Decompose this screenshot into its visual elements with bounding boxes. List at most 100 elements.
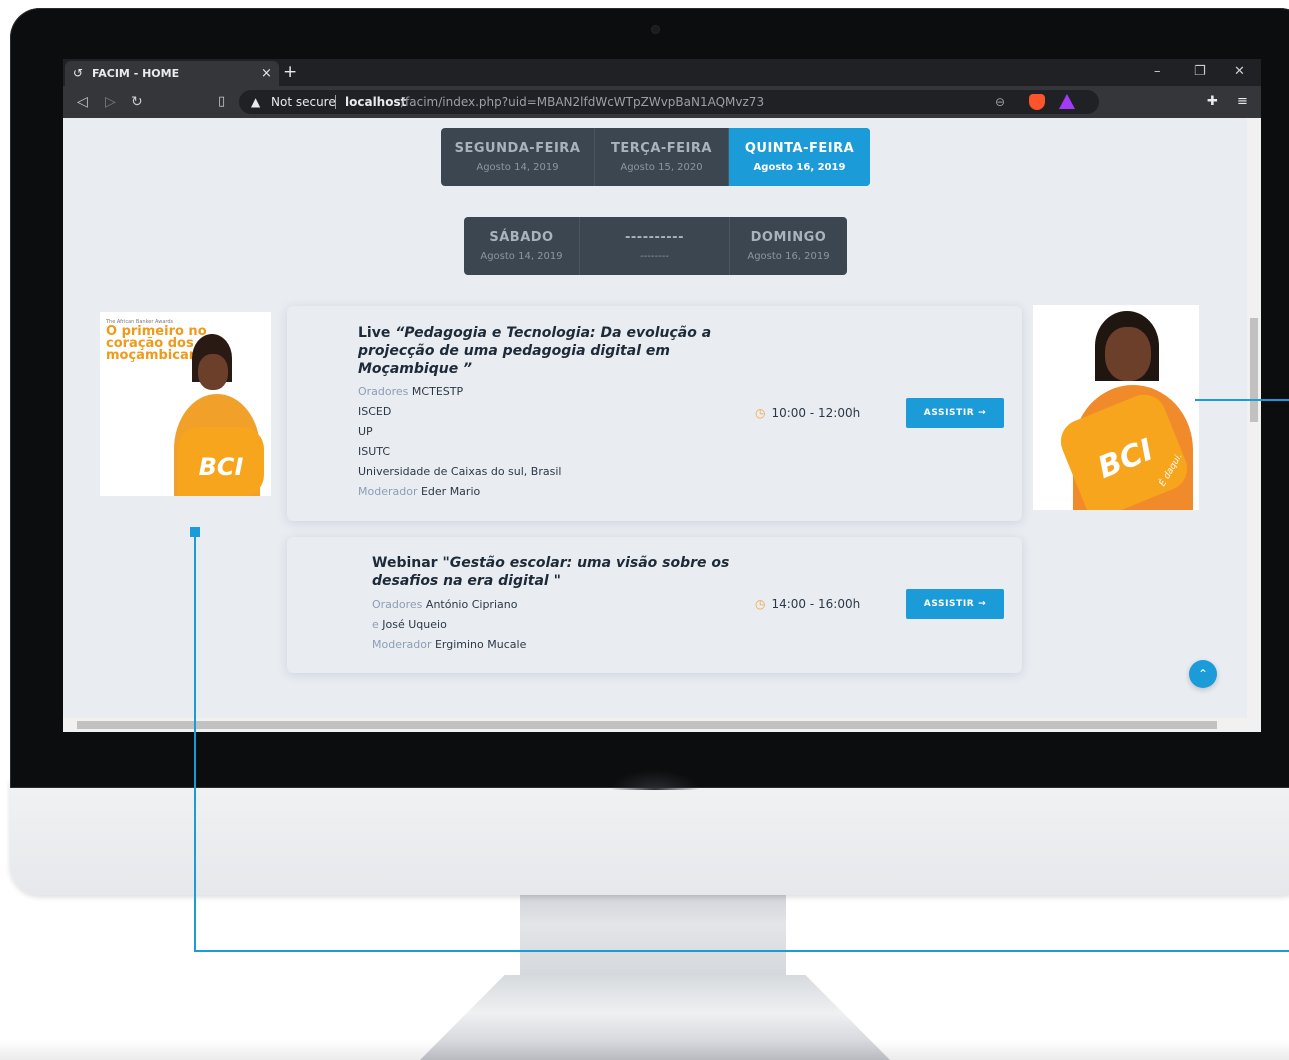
forward-icon[interactable]: ▷ [105, 86, 116, 118]
speaker-line: UP [358, 422, 373, 442]
favicon-icon: ↺ [73, 66, 84, 80]
back-icon[interactable]: ◁ [77, 86, 88, 118]
tab-quinta-feira[interactable]: QUINTA-FEIRA Agosto 16, 2019 [729, 128, 870, 186]
session-type: Webinar [372, 555, 438, 571]
time-value: 10:00 - 12:00h [771, 406, 861, 420]
new-tab-button[interactable]: + [283, 60, 297, 84]
brave-shield-icon[interactable] [1029, 94, 1045, 110]
moderator-line: Moderador Eder Mario [358, 482, 480, 502]
close-window-button[interactable]: ✕ [1234, 59, 1245, 85]
speaker-value: ISCED [358, 405, 392, 418]
bci-brand: BCI [1093, 432, 1159, 486]
browser-window: ↺ FACIM - HOME × + – ❐ ✕ ◁ ▷ ↻ ▯ ▲ Not s… [63, 59, 1261, 732]
session-title: Live “Pedagogia e Tecnologia: Da evoluçã… [358, 324, 711, 378]
callout-marker [190, 527, 200, 537]
tab-title: FACIM - HOME [92, 67, 180, 80]
browser-menu-icon[interactable]: ≡ [1237, 86, 1248, 118]
speaker-value: António Cipriano [425, 598, 518, 611]
session-title-line: “Pedagogia e Tecnologia: Da evolução a [395, 325, 712, 341]
day-name: SEGUNDA-FEIRA [454, 141, 581, 156]
horizontal-scrollbar[interactable] [63, 718, 1261, 732]
tab-sabado[interactable]: SÁBADO Agosto 14, 2019 [464, 217, 580, 275]
moderator-label: Moderador [372, 638, 432, 651]
moderator-value: Ergimino Mucale [434, 638, 527, 651]
day-name: SÁBADO [489, 230, 554, 245]
imac-logo-glow [610, 770, 700, 790]
bci-ad-right[interactable]: BCI É daqui. [1033, 305, 1199, 510]
speaker-line: e José Uqueio [372, 615, 447, 635]
tab-terca-feira[interactable]: TERÇA-FEIRA Agosto 15, 2020 [595, 128, 729, 186]
extensions-icon[interactable]: ✚ [1207, 86, 1218, 118]
clock-icon: ◷ [755, 406, 766, 420]
horizontal-scroll-thumb[interactable] [77, 721, 1217, 729]
session-title: Webinar "Gestão escolar: uma visão sobre… [372, 554, 729, 590]
day-date: -------- [640, 251, 669, 262]
omnibox-separator [335, 95, 336, 109]
url-path: /facim/index.php?uid=MBAN2lfdWcWTpZWvpBa… [401, 95, 765, 109]
watch-button[interactable]: ASSISTIR → [906, 398, 1004, 428]
tab-placeholder[interactable]: ---------- -------- [580, 217, 730, 275]
imac-stand-neck [520, 880, 786, 980]
watch-button[interactable]: ASSISTIR → [906, 589, 1004, 619]
tab-segunda-feira[interactable]: SEGUNDA-FEIRA Agosto 14, 2019 [441, 128, 595, 186]
speaker-line: ISCED [358, 402, 391, 422]
vertical-scrollbar[interactable] [1247, 118, 1261, 718]
time-value: 14:00 - 16:00h [771, 597, 861, 611]
tab-domingo[interactable]: DOMINGO Agosto 16, 2019 [730, 217, 847, 275]
speaker-line: Oradores MCTESTP [358, 382, 463, 402]
day-name: TERÇA-FEIRA [611, 141, 712, 156]
session-card: Webinar "Gestão escolar: uma visão sobre… [287, 537, 1022, 673]
bookmark-icon[interactable]: ▯ [218, 86, 225, 118]
warning-icon: ▲ [251, 95, 261, 109]
browser-toolbar: ◁ ▷ ↻ ▯ ▲ Not secure localhost /facim/in… [63, 86, 1261, 118]
zoom-icon[interactable]: ⊖ [995, 90, 1005, 114]
security-label[interactable]: Not secure [271, 90, 336, 114]
speaker-value: ISUTC [358, 445, 391, 458]
speaker-label: Oradores [358, 385, 409, 398]
day-name: DOMINGO [750, 230, 827, 245]
scroll-to-top-button[interactable]: ⌃ [1189, 660, 1217, 688]
tab-bar: ↺ FACIM - HOME × + – ❐ ✕ [63, 59, 1261, 86]
speaker-label: Oradores [372, 598, 423, 611]
bci-ad-left[interactable]: The African Banker Awards O primeiro no … [100, 312, 271, 496]
bci-logo: BCI [178, 427, 264, 496]
url-host: localhost [345, 95, 407, 109]
day-date: Agosto 16, 2019 [747, 251, 830, 262]
imac-chin [10, 780, 1289, 895]
day-date: Agosto 14, 2019 [480, 251, 563, 262]
day-date: Agosto 14, 2019 [476, 162, 559, 173]
callout-line-vertical [194, 532, 196, 952]
session-title-line: Moçambique ” [358, 361, 473, 377]
speaker-value: MCTESTP [411, 385, 464, 398]
ad-person-face [198, 354, 228, 390]
moderator-label: Moderador [358, 485, 418, 498]
camera-icon [652, 26, 659, 33]
minimize-button[interactable]: – [1154, 59, 1161, 85]
speaker-value: UP [358, 425, 373, 438]
day-tabs-weekend: SÁBADO Agosto 14, 2019 ---------- ------… [464, 217, 847, 275]
callout-line-bottom [194, 950, 1289, 952]
brave-rewards-icon[interactable] [1059, 94, 1075, 109]
page-viewport: SEGUNDA-FEIRA Agosto 14, 2019 TERÇA-FEIR… [63, 118, 1261, 732]
tab-facim-home[interactable]: ↺ FACIM - HOME × [65, 61, 279, 86]
tab-close-icon[interactable]: × [261, 61, 272, 86]
ad-person-face [1105, 327, 1151, 381]
session-type: Live [358, 325, 391, 341]
restore-button[interactable]: ❐ [1194, 59, 1206, 85]
clock-icon: ◷ [755, 597, 766, 611]
speaker-line: Oradores António Cipriano [372, 595, 517, 615]
speaker-label: e [372, 618, 379, 631]
session-time: ◷ 14:00 - 16:00h [755, 594, 860, 614]
day-date: Agosto 16, 2019 [753, 162, 846, 173]
session-title-line: desafios na era digital " [372, 573, 561, 589]
session-card: Live “Pedagogia e Tecnologia: Da evoluçã… [287, 306, 1022, 521]
moderator-value: Eder Mario [420, 485, 481, 498]
day-name: QUINTA-FEIRA [744, 141, 855, 156]
address-bar[interactable]: ▲ Not secure localhost /facim/index.php?… [239, 90, 1099, 114]
vertical-scroll-thumb[interactable] [1250, 318, 1258, 422]
session-title-line: "Gestão escolar: uma visão sobre os [442, 555, 730, 571]
speaker-line: Universidade de Caixas do sul, Brasil [358, 462, 561, 482]
reload-icon[interactable]: ↻ [131, 86, 143, 118]
moderator-line: Moderador Ergimino Mucale [372, 635, 526, 655]
day-name: ---------- [625, 230, 684, 245]
